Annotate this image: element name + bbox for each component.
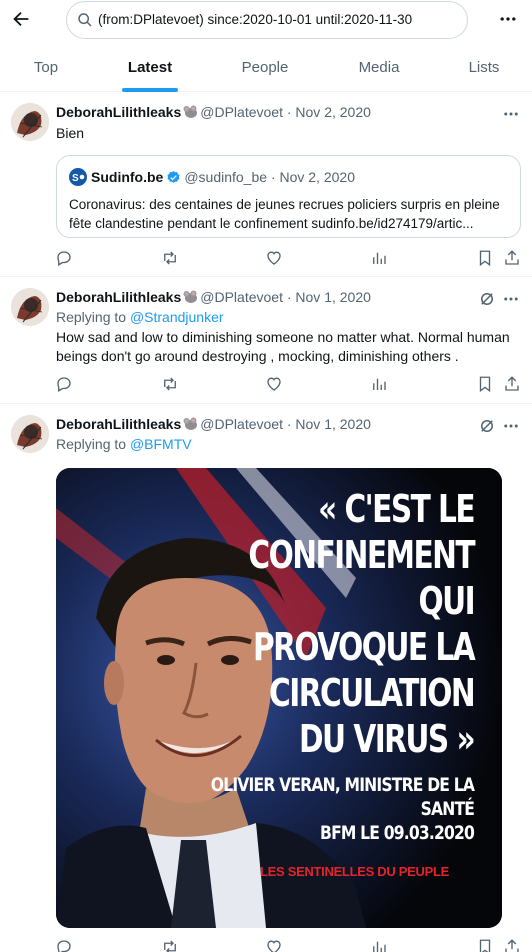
views-icon[interactable] [370,938,388,952]
tweet[interactable]: DeborahLilithleaks @DPlatevoet · Nov 1, 2… [0,405,532,952]
retweet-icon[interactable] [161,938,179,952]
svg-text:S: S [72,173,79,184]
tweet-header: DeborahLilithleaks @DPlatevoet · Nov 1, 2… [56,288,371,306]
grok-icon[interactable] [478,417,496,435]
mouse-emoji-icon [183,417,198,430]
author-handle-date: @DPlatevoet · Nov 2, 2020 [200,104,371,120]
grok-icon[interactable] [478,290,496,308]
tweet-text: How sad and low to diminishing someone n… [56,329,510,364]
bookmark-icon[interactable] [476,938,494,952]
tweet-more-icon[interactable] [502,290,520,308]
like-icon[interactable] [265,938,283,952]
avatar[interactable] [11,103,49,141]
image-quote-text: « C'EST LE CONFINEMENT QUI PROVOQUE LA C… [210,487,476,844]
tweet-text: Bien [56,125,85,141]
reply-handle-link[interactable]: @Strandjunker [130,309,224,325]
active-tab-indicator [122,88,178,92]
tab-lists[interactable]: Lists [436,48,532,92]
tweet-more-icon[interactable] [502,105,520,123]
tweet-header: DeborahLilithleaks @DPlatevoet · Nov 1, 2… [56,415,371,433]
tab-people[interactable]: People [208,48,322,92]
back-arrow-icon[interactable] [10,8,32,30]
reply-icon[interactable] [55,375,73,393]
share-icon[interactable] [503,938,521,952]
avatar[interactable] [11,288,49,326]
search-icon [78,13,92,27]
search-tabs: Top Latest People Media Lists [0,48,532,92]
replying-to: Replying to @BFMTV [56,436,192,452]
share-icon[interactable] [503,249,521,267]
share-icon[interactable] [503,375,521,393]
tab-latest[interactable]: Latest [92,48,208,92]
quote-text: Coronavirus: des centaines de jeunes rec… [69,197,500,231]
verified-badge-icon [167,170,180,183]
tweet-actions [0,938,532,952]
like-icon[interactable] [265,375,283,393]
author-name[interactable]: DeborahLilithleaks [56,289,181,305]
reply-icon[interactable] [55,938,73,952]
tab-media[interactable]: Media [322,48,436,92]
more-options-icon[interactable] [498,9,518,29]
tweet-actions [0,249,532,269]
bookmark-icon[interactable] [476,249,494,267]
tab-top[interactable]: Top [0,48,92,92]
mouse-emoji-icon [183,290,198,303]
reply-icon[interactable] [55,249,73,267]
image-brand-text: LES SENTINELLES DU PEUPLE [260,864,449,879]
search-query: (from:DPlatevoet) since:2020-10-01 until… [98,12,413,27]
tweet[interactable]: DeborahLilithleaks @DPlatevoet · Nov 1, 2… [0,278,532,404]
views-icon[interactable] [370,375,388,393]
tweet-actions [0,375,532,395]
like-icon[interactable] [265,249,283,267]
quote-header: S Sudinfo.be @sudinfo_be · Nov 2, 2020 [69,168,355,186]
quoted-tweet[interactable]: S Sudinfo.be @sudinfo_be · Nov 2, 2020 Cor… [56,155,521,238]
search-input[interactable]: (from:DPlatevoet) since:2020-10-01 until… [66,1,468,39]
quote-author-name: Sudinfo.be [91,169,164,185]
retweet-icon[interactable] [161,375,179,393]
author-handle-date: @DPlatevoet · Nov 1, 2020 [200,416,371,432]
mouse-emoji-icon [183,105,198,118]
bookmark-icon[interactable] [476,375,494,393]
replying-to: Replying to @Strandjunker [56,309,224,325]
tweet-image[interactable]: « C'EST LE CONFINEMENT QUI PROVOQUE LA C… [56,468,502,928]
avatar[interactable] [11,415,49,453]
author-handle-date: @DPlatevoet · Nov 1, 2020 [200,289,371,305]
top-bar: (from:DPlatevoet) since:2020-10-01 until… [0,0,532,40]
reply-handle-link[interactable]: @BFMTV [130,436,192,452]
retweet-icon[interactable] [161,249,179,267]
views-icon[interactable] [370,249,388,267]
sudinfo-logo-icon: S [69,168,87,186]
author-name[interactable]: DeborahLilithleaks [56,416,181,432]
tweet-header: DeborahLilithleaks @DPlatevoet · Nov 2, 2… [56,103,371,121]
tweet-more-icon[interactable] [502,417,520,435]
tweet[interactable]: DeborahLilithleaks @DPlatevoet · Nov 2, 2… [0,93,532,277]
author-name[interactable]: DeborahLilithleaks [56,104,181,120]
quote-handle-date: @sudinfo_be · Nov 2, 2020 [184,169,355,185]
